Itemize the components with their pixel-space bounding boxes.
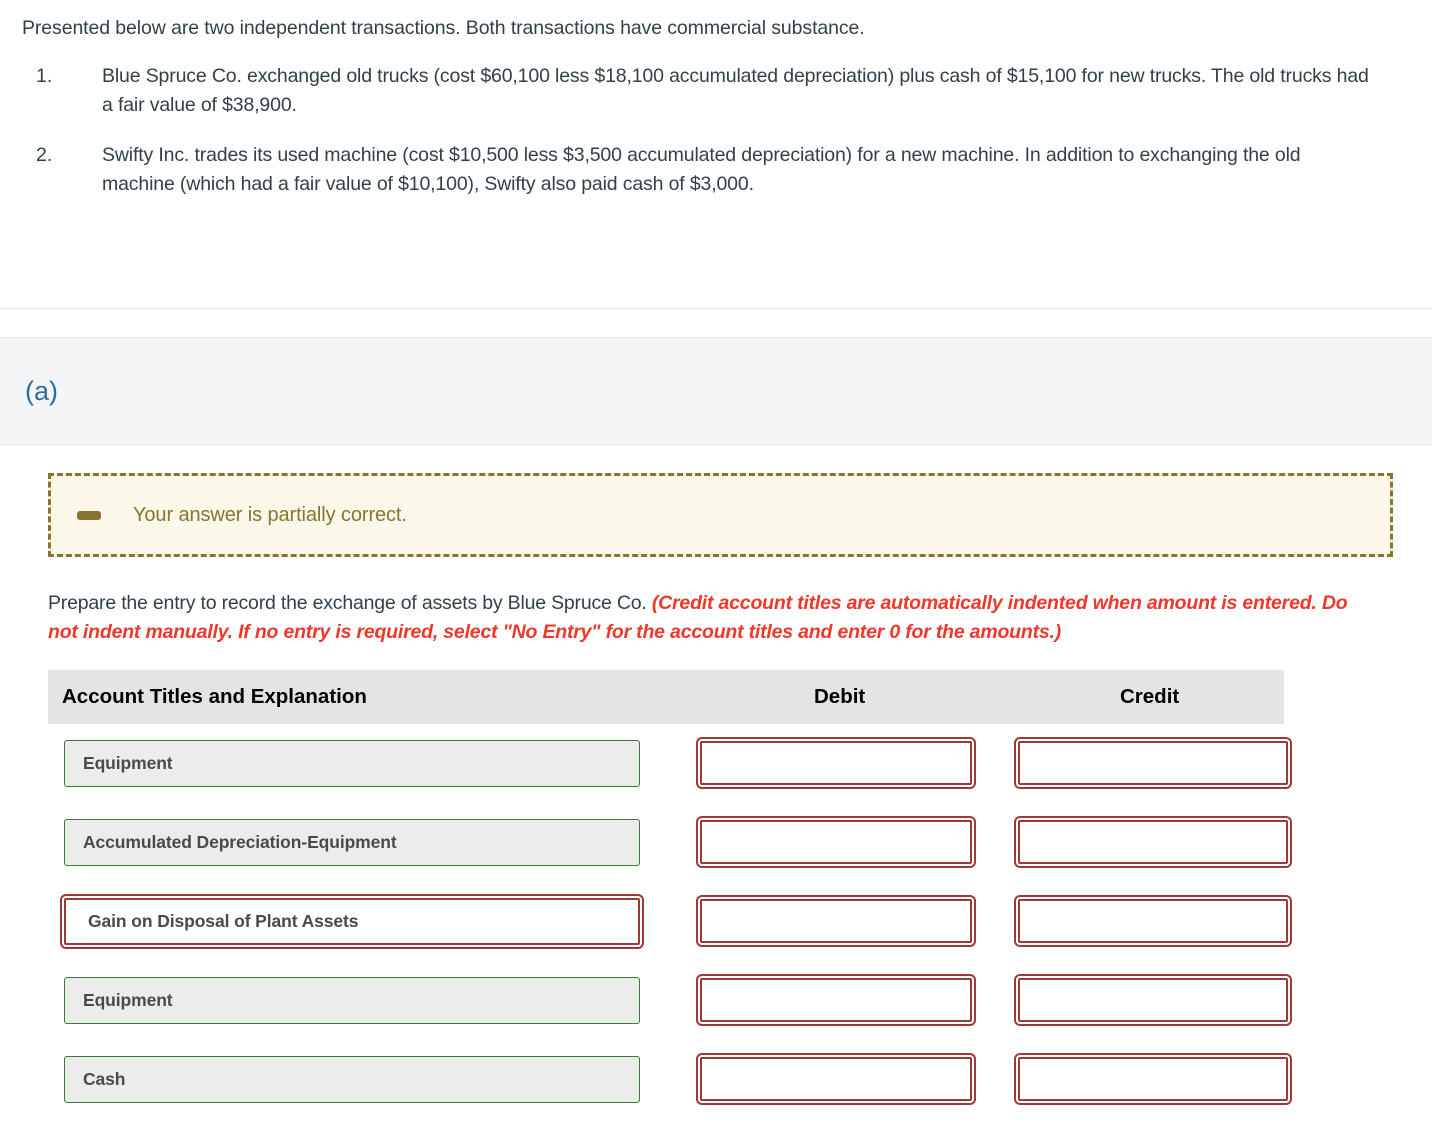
account-select[interactable]: Gain on Disposal of Plant Assets — [60, 893, 644, 949]
intro-card: Presented below are two independent tran… — [0, 0, 1432, 309]
table-row: Equipment — [48, 961, 1292, 1040]
credit-cell — [1000, 974, 1292, 1026]
account-cell: Cash — [48, 1055, 690, 1103]
list-item: 2. Swifty Inc. trades its used machine (… — [0, 141, 1432, 198]
column-header-account: Account Titles and Explanation — [62, 684, 367, 708]
credit-input[interactable] — [1014, 1053, 1292, 1105]
table-row: Gain on Disposal of Plant Assets — [48, 882, 1292, 961]
minus-icon — [77, 510, 101, 520]
list-item: 1. Blue Spruce Co. exchanged old trucks … — [0, 62, 1432, 119]
credit-input[interactable] — [1014, 974, 1292, 1026]
debit-cell — [690, 1053, 1000, 1105]
debit-input[interactable] — [696, 1053, 977, 1105]
account-select[interactable]: Accumulated Depreciation-Equipment — [64, 818, 640, 866]
table-row: Accumulated Depreciation-Equipment — [48, 803, 1292, 882]
transaction-list: 1. Blue Spruce Co. exchanged old trucks … — [0, 62, 1432, 198]
account-select[interactable]: Cash — [64, 1055, 640, 1103]
alert-wrapper: Your answer is partially correct. — [0, 445, 1432, 557]
debit-cell — [690, 974, 1000, 1026]
credit-cell — [1000, 737, 1292, 789]
table-header-row: Account Titles and Explanation Debit Cre… — [48, 669, 1284, 724]
list-item-marker: 1. — [36, 65, 53, 88]
credit-input[interactable] — [1014, 816, 1292, 868]
list-item-text: Swifty Inc. trades its used machine (cos… — [102, 144, 1301, 195]
account-select[interactable]: Equipment — [64, 739, 640, 787]
debit-cell — [690, 737, 1000, 789]
account-cell: Equipment — [48, 739, 690, 787]
intro-lead-text: Presented below are two independent tran… — [22, 17, 865, 39]
status-banner: Your answer is partially correct. — [48, 473, 1393, 557]
credit-cell — [1000, 895, 1292, 947]
account-select[interactable]: Equipment — [64, 976, 640, 1024]
table-row: Cash — [48, 1040, 1292, 1119]
credit-input[interactable] — [1014, 737, 1292, 789]
column-header-credit: Credit — [1120, 684, 1180, 708]
debit-input[interactable] — [696, 895, 977, 947]
debit-input[interactable] — [696, 974, 977, 1026]
account-cell: Gain on Disposal of Plant Assets — [48, 893, 690, 949]
part-a-header-panel: (a) — [0, 337, 1432, 445]
account-cell: Accumulated Depreciation-Equipment — [48, 818, 690, 866]
account-cell: Equipment — [48, 976, 690, 1024]
credit-cell — [1000, 1053, 1292, 1105]
debit-cell — [690, 816, 1000, 868]
table-row: Equipment — [48, 724, 1292, 803]
credit-cell — [1000, 816, 1292, 868]
status-banner-text: Your answer is partially correct. — [133, 503, 407, 526]
debit-input[interactable] — [696, 737, 977, 789]
instruction-paragraph: Prepare the entry to record the exchange… — [0, 557, 1400, 648]
list-item-marker: 2. — [36, 144, 53, 167]
list-item-text: Blue Spruce Co. exchanged old trucks (co… — [102, 65, 1369, 116]
journal-entry-table: Account Titles and Explanation Debit Cre… — [48, 669, 1292, 1119]
column-header-debit: Debit — [814, 684, 866, 708]
debit-input[interactable] — [696, 816, 977, 868]
instruction-plain-text: Prepare the entry to record the exchange… — [48, 592, 647, 614]
part-label: (a) — [25, 375, 58, 406]
debit-cell — [690, 895, 1000, 947]
credit-input[interactable] — [1014, 895, 1292, 947]
